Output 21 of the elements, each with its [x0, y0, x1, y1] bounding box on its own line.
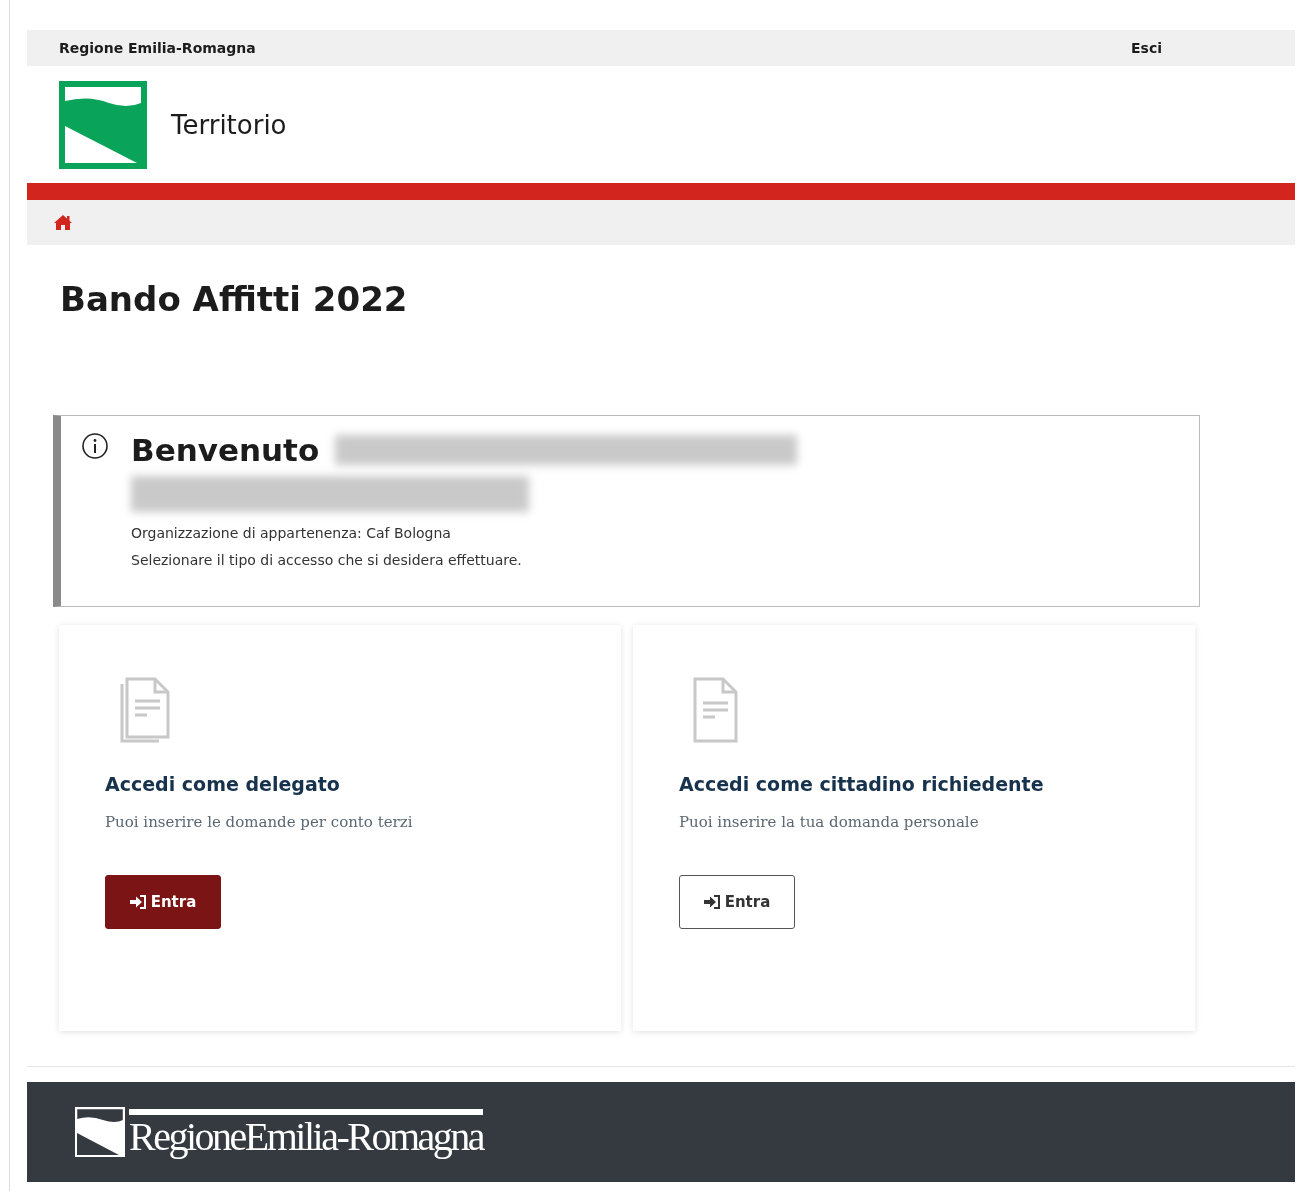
organization-text: Organizzazione di appartenenza: Caf Bologna	[131, 524, 452, 543]
home-icon[interactable]	[53, 214, 73, 231]
card-title: Accedi come delegato	[105, 773, 341, 795]
enter-button[interactable]: Entra	[679, 875, 795, 929]
logout-link[interactable]: Esci	[1131, 40, 1162, 56]
sign-in-icon	[703, 895, 721, 909]
region-logo-icon	[59, 80, 147, 169]
info-icon	[81, 432, 109, 460]
document-icon	[691, 677, 739, 743]
page-title: Bando Affitti 2022	[60, 279, 409, 321]
site-title: Territorio	[171, 109, 287, 140]
card-title: Accedi come cittadino richiedente	[679, 773, 1045, 795]
footer-logo-text: RegioneEmilia-Romagna	[129, 1117, 484, 1157]
card-description: Puoi inserire le domande per conto terzi	[105, 813, 414, 831]
enter-button[interactable]: Entra	[105, 875, 221, 929]
card-description: Puoi inserire la tua domanda personale	[679, 813, 980, 831]
welcome-heading: Benvenuto	[131, 432, 320, 468]
region-name: Regione Emilia-Romagna	[59, 40, 256, 56]
instruction-text: Selezionare il tipo di accesso che si desidera effettuare.	[131, 551, 523, 570]
region-emblem-icon	[75, 1107, 125, 1157]
sign-in-icon	[129, 895, 147, 909]
